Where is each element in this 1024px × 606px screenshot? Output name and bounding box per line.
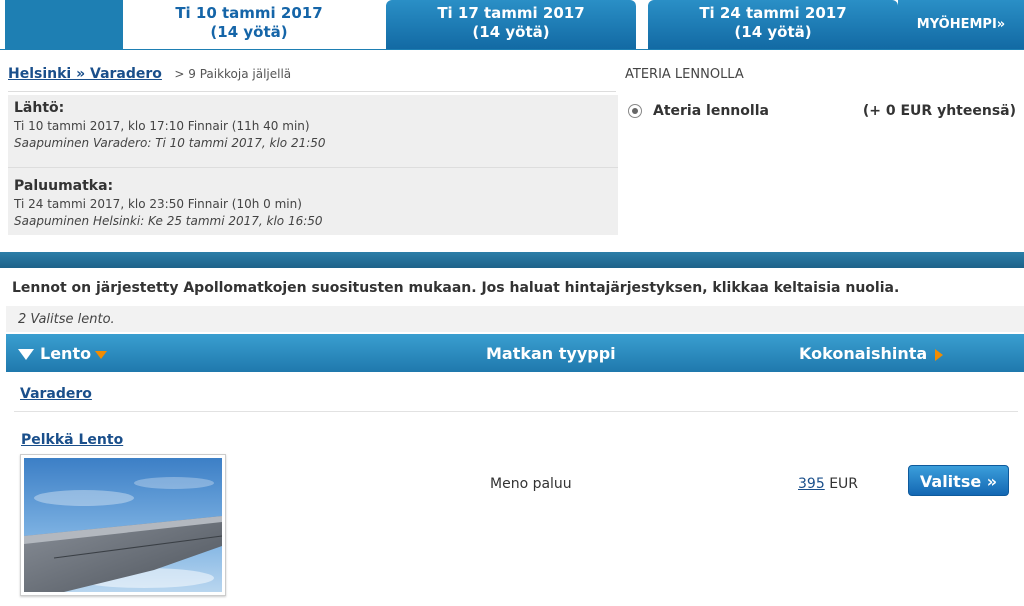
total-price: 395 EUR (798, 476, 858, 492)
col-price-label: Kokonaishinta (799, 344, 928, 363)
tab-date-2-label: Ti 17 tammi 2017 (437, 4, 585, 22)
col-flight-label: Lento (40, 344, 92, 363)
tab-date-1-nights: (14 yötä) (210, 23, 288, 41)
sort-price-header[interactable]: Kokonaishinta (799, 344, 944, 363)
tab-date-3-label: Ti 24 tammi 2017 (699, 4, 847, 22)
product-image[interactable] (20, 454, 226, 596)
return-heading: Paluumatka: (14, 178, 114, 194)
destination-link[interactable]: Varadero (20, 386, 92, 402)
tab-date-1[interactable]: Ti 10 tammi 2017 (14 yötä) (123, 0, 375, 50)
date-tabs: Ti 10 tammi 2017 (14 yötä) Ti 17 tammi 2… (0, 0, 1024, 50)
tab-date-2[interactable]: Ti 17 tammi 2017 (14 yötä) (386, 0, 636, 50)
select-button[interactable]: Valitse » (908, 465, 1009, 496)
price-currency: EUR (829, 476, 859, 492)
sorting-note: Lennot on järjestetty Apollomatkojen suo… (12, 280, 900, 296)
trip-type: Meno paluu (490, 476, 572, 492)
route-link[interactable]: Helsinki » Varadero (8, 66, 162, 82)
outbound-section: Lähtö: Ti 10 tammi 2017, klo 17:10 Finna… (14, 100, 326, 150)
return-arrival: Saapuminen Helsinki: Ke 25 tammi 2017, k… (14, 214, 323, 228)
meal-option-price: (+ 0 EUR yhteensä) (862, 103, 1016, 119)
return-details: Ti 24 tammi 2017, klo 23:50 Finnair (10h… (14, 197, 302, 211)
outbound-details: Ti 10 tammi 2017, klo 17:10 Finnair (11h… (14, 119, 310, 133)
meal-option-label: Ateria lennolla (653, 103, 769, 119)
later-dates-button[interactable]: MYÖHEMPI» (898, 0, 1024, 50)
row-divider (14, 411, 1018, 412)
seats-remaining: > 9 Paikkoja jäljellä (174, 67, 292, 81)
route-info: Helsinki » Varadero > 9 Paikkoja jäljell… (8, 66, 291, 82)
product-link[interactable]: Pelkkä Lento (21, 432, 123, 448)
sort-arrow-icon[interactable] (95, 350, 108, 359)
tab-date-3-nights: (14 yötä) (734, 23, 812, 41)
col-type-label: Matkan tyyppi (486, 344, 616, 363)
flight-details: Lähtö: Ti 10 tammi 2017, klo 17:10 Finna… (8, 95, 618, 235)
outbound-arrival: Saapuminen Varadero: Ti 10 tammi 2017, k… (14, 136, 326, 150)
route-divider (8, 91, 616, 92)
results-header: Lento Matkan tyyppi Kokonaishinta (6, 334, 1024, 372)
tab-date-2-nights: (14 yötä) (472, 23, 550, 41)
tab-date-3[interactable]: Ti 24 tammi 2017 (14 yötä) (648, 0, 898, 50)
airplane-wing-image (24, 458, 222, 592)
step-label: 2 Valitse lento. (6, 306, 1024, 332)
return-section: Paluumatka: Ti 24 tammi 2017, klo 23:50 … (14, 178, 323, 228)
price-amount[interactable]: 395 (798, 476, 825, 492)
section-band (0, 252, 1024, 268)
flight-divider (8, 167, 618, 168)
collapse-icon (18, 349, 34, 360)
tab-divider (0, 49, 1024, 50)
sort-flight-header[interactable]: Lento (18, 344, 108, 363)
tab-left-stub (5, 0, 123, 50)
tab-date-1-label: Ti 10 tammi 2017 (175, 4, 323, 22)
sort-arrow-icon[interactable] (935, 348, 944, 361)
meal-title: ATERIA LENNOLLA (625, 67, 744, 82)
outbound-heading: Lähtö: (14, 100, 65, 116)
meal-radio[interactable] (628, 104, 642, 118)
